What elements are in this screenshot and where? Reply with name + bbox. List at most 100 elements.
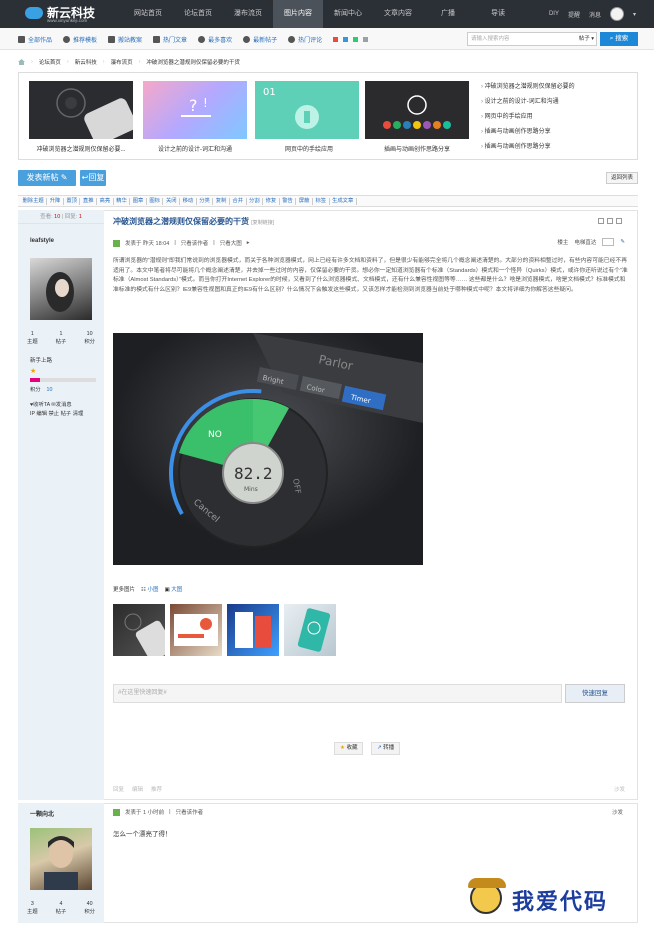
color-swatch-blue[interactable]	[343, 36, 349, 42]
mod-icon[interactable]: 图标	[147, 197, 164, 205]
user-posts-link[interactable]: 帖子	[61, 411, 72, 417]
mod-move[interactable]: 移动	[180, 197, 197, 205]
gallery-thumb-4[interactable]	[284, 604, 336, 656]
search-button[interactable]: ⌕ 搜索	[600, 32, 638, 46]
home-icon[interactable]	[18, 59, 25, 65]
mod-sticky[interactable]: 置顶	[64, 197, 81, 205]
featured-list-item[interactable]: 冲破浏览器之潜规则仅保留必要的	[481, 81, 631, 96]
stat-posts[interactable]: 1 帖子	[56, 330, 67, 346]
featured-caption-1[interactable]: 冲破浏览器之潜规则仅保留必要...	[23, 144, 139, 153]
color-swatch-red[interactable]	[333, 36, 339, 42]
small-view-toggle[interactable]: ☷ 小图	[141, 585, 158, 593]
big-image-link[interactable]: 只看大图	[220, 239, 242, 247]
stat-points[interactable]: 10 积分	[84, 330, 95, 346]
edit-user-link[interactable]: 编辑	[36, 411, 47, 417]
color-swatch-gray[interactable]	[363, 36, 369, 42]
subnav-hot-comments[interactable]: 热门评论	[288, 35, 322, 44]
stat-threads[interactable]: 3 主题	[27, 900, 38, 916]
breadcrumb-section[interactable]: 新云科技	[75, 58, 97, 66]
breadcrumb-waterfall[interactable]: 瀑布流页	[111, 58, 133, 66]
featured-list-item[interactable]: 网页中的手绘应用	[481, 111, 631, 126]
nav-item-images[interactable]: 图片内容	[273, 0, 323, 28]
quick-reply-input[interactable]: #在这里快速回复#	[113, 684, 562, 703]
nav-item-news[interactable]: 新闻中心	[323, 0, 373, 28]
color-swatch-green[interactable]	[353, 36, 359, 42]
print-icon[interactable]	[598, 218, 604, 224]
subnav-recommended[interactable]: 推荐模板	[63, 35, 97, 44]
nav-item-guide[interactable]: 导读	[473, 0, 523, 28]
featured-thumb-2[interactable]: ?!	[143, 81, 247, 139]
mod-tag[interactable]: 标签	[313, 197, 330, 205]
mod-highlight[interactable]: 高亮	[97, 197, 114, 205]
mod-repair[interactable]: 修复	[263, 197, 280, 205]
nav-item-broadcast[interactable]: 广播	[423, 0, 473, 28]
subnav-latest-posts[interactable]: 最新帖子	[243, 35, 277, 44]
mod-stamp[interactable]: 图章	[130, 197, 147, 205]
search-type-select[interactable]: 帖子 ▾	[579, 33, 594, 45]
featured-list-item[interactable]: 插画与动画创作思路分享	[481, 141, 631, 156]
stat-points[interactable]: 40 积分	[84, 900, 95, 916]
only-author-link[interactable]: 只看该作者	[181, 239, 209, 247]
footer-edit-link[interactable]: 编辑	[132, 785, 143, 793]
featured-thumb-1[interactable]	[29, 81, 133, 139]
diy-link[interactable]: DIY	[549, 11, 559, 17]
mod-bump[interactable]: 升降	[47, 197, 64, 205]
footer-reply-link[interactable]: 回复	[113, 785, 124, 793]
nav-item-articles[interactable]: 文章内容	[373, 0, 423, 28]
stat-posts[interactable]: 4 帖子	[56, 900, 67, 916]
mod-category[interactable]: 分类	[197, 197, 214, 205]
reply-button[interactable]: ↩回复	[80, 170, 106, 186]
next-thread-icon[interactable]	[616, 218, 622, 224]
author-name[interactable]: leafstyle	[30, 238, 104, 244]
mod-warn[interactable]: 警告	[280, 197, 297, 205]
featured-caption-4[interactable]: 插画与动画创作思路分享	[359, 144, 475, 153]
search-input[interactable]: 请输入搜索内容 帖子 ▾	[467, 32, 597, 46]
breadcrumb-forum[interactable]: 论坛首页	[39, 58, 61, 66]
reply-author-name[interactable]: 一颗向北	[30, 809, 104, 818]
nav-item-home[interactable]: 网站首页	[123, 0, 173, 28]
featured-caption-3[interactable]: 网页中的手绘应用	[251, 144, 367, 153]
reply-author-avatar[interactable]	[30, 828, 92, 890]
clean-link[interactable]: 清理	[73, 411, 84, 417]
gallery-thumb-3[interactable]	[227, 604, 279, 656]
author-avatar[interactable]	[30, 258, 92, 320]
featured-caption-2[interactable]: 设计之前的设计-词汇和沟通	[137, 144, 253, 153]
site-logo[interactable]: 新云科技 www.xinyunkeji.com	[23, 3, 103, 25]
message-link[interactable]: ✉发消息	[51, 402, 71, 408]
large-view-toggle[interactable]: ▣ 大图	[165, 585, 183, 593]
prev-thread-icon[interactable]	[607, 218, 613, 224]
chevron-down-icon[interactable]: ▾	[633, 11, 636, 18]
nav-item-waterfall[interactable]: 瀑布流页	[223, 0, 273, 28]
subnav-tutorials[interactable]: 搬站教案	[108, 35, 142, 44]
featured-list-item[interactable]: 插画与动画创作思路分享	[481, 126, 631, 141]
mod-push[interactable]: 直推	[80, 197, 98, 205]
nav-item-forum[interactable]: 论坛首页	[173, 0, 223, 28]
reply-only-author-link[interactable]: 只看该作者	[176, 808, 204, 816]
favorite-button[interactable]: ★ 收藏	[334, 742, 364, 755]
subnav-hot-articles[interactable]: 热门文章	[153, 35, 187, 44]
ip-link[interactable]: IP	[30, 411, 35, 417]
mod-split[interactable]: 分割	[247, 197, 264, 205]
mod-generate-article[interactable]: 生成文章	[330, 197, 357, 205]
ban-link[interactable]: 禁止	[49, 411, 60, 417]
mod-digest[interactable]: 精华	[114, 197, 131, 205]
footer-recommend-link[interactable]: 推荐	[151, 785, 162, 793]
user-avatar[interactable]	[609, 7, 624, 21]
subnav-most-liked[interactable]: 最多喜欢	[198, 35, 232, 44]
mod-delete[interactable]: 删除主题	[20, 197, 48, 205]
quick-reply-button[interactable]: 快速回复	[565, 684, 625, 703]
featured-thumb-4[interactable]	[365, 81, 469, 139]
copy-link[interactable]: [复制链接]	[251, 220, 274, 226]
reminder-link[interactable]: 提醒	[568, 10, 580, 19]
featured-thumb-3[interactable]: 01	[255, 81, 359, 139]
gallery-thumb-2[interactable]	[170, 604, 222, 656]
mod-copy[interactable]: 复制	[213, 197, 230, 205]
mod-block[interactable]: 屏蔽	[296, 197, 313, 205]
theme-color-picker[interactable]	[333, 36, 370, 42]
post-main-image[interactable]: Parlor Bright Color Timer NO OFF Cancel …	[113, 333, 423, 565]
gallery-thumb-1[interactable]	[113, 604, 165, 656]
messages-link[interactable]: 消息	[589, 10, 601, 19]
mod-merge[interactable]: 合并	[230, 197, 247, 205]
back-to-list-button[interactable]: 返回列表	[605, 172, 638, 184]
stat-threads[interactable]: 1 主题	[27, 330, 38, 346]
